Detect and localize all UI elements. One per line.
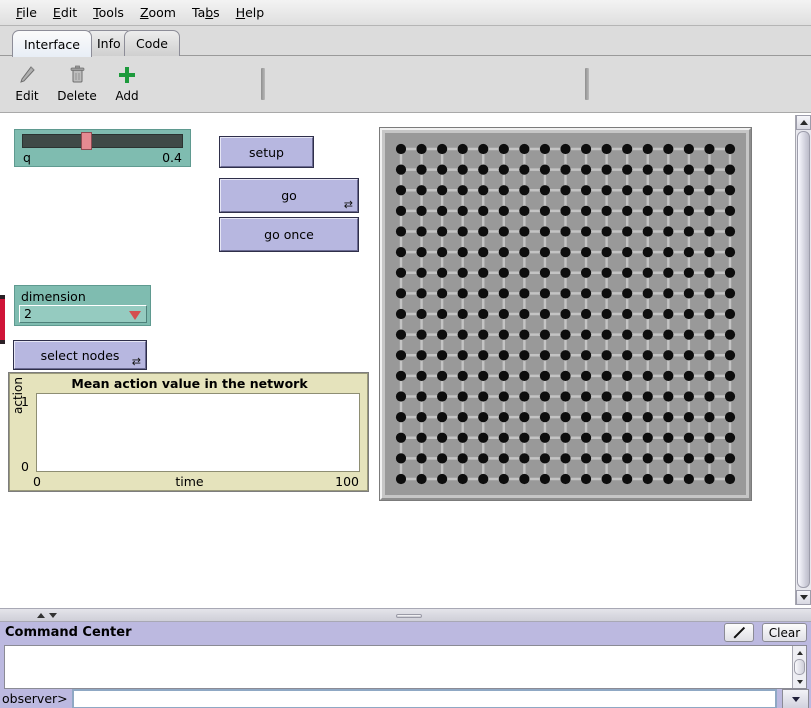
setup-label: setup	[249, 145, 284, 160]
plot-x-max-tick: 100	[335, 474, 359, 489]
plot-y-min-tick: 0	[21, 459, 29, 474]
forever-icon: ⇄	[132, 356, 141, 367]
clear-button-label: Clear	[769, 626, 800, 640]
world-grid[interactable]	[385, 133, 746, 495]
go-once-button[interactable]: go once	[220, 218, 358, 251]
toolbar-separator-1	[261, 68, 265, 100]
trash-icon	[66, 60, 88, 90]
select-nodes-label: select nodes	[41, 348, 120, 363]
plot-series-svg	[37, 394, 359, 471]
edit-button-label: Edit	[15, 90, 38, 103]
splitter-grip[interactable]	[396, 614, 422, 618]
menu-item-help[interactable]: Help	[228, 3, 273, 22]
pencil-icon	[16, 60, 38, 90]
command-history-dropdown[interactable]	[782, 689, 809, 708]
interface-vertical-scrollbar[interactable]	[795, 115, 811, 605]
menu-item-tabs[interactable]: Tabs	[184, 3, 228, 22]
output-scroll-up-icon[interactable]	[794, 647, 805, 658]
chooser-label: dimension	[21, 289, 86, 304]
scroll-down-icon[interactable]	[796, 590, 811, 605]
plot-x-axis-label: time	[10, 474, 369, 489]
slider-thumb[interactable]	[81, 132, 92, 150]
netlogo-window: File Edit Tools Zoom Tabs Help Interface…	[0, 0, 811, 708]
diagonal-arrows-icon	[731, 626, 747, 640]
canvas-edge-marker	[0, 298, 5, 341]
slider-value: 0.4	[162, 150, 182, 165]
go-label: go	[281, 188, 297, 203]
forever-icon: ⇄	[344, 199, 353, 210]
tab-strip: Interface Info Code	[0, 26, 811, 56]
chooser-arrow-icon[interactable]	[129, 311, 141, 320]
menu-item-zoom[interactable]: Zoom	[132, 3, 184, 22]
command-input[interactable]	[72, 689, 777, 708]
command-center-output[interactable]	[4, 645, 807, 689]
plot-y-max-tick: 1	[21, 394, 29, 409]
tab-code-label: Code	[136, 36, 168, 51]
delete-button[interactable]: Delete	[52, 60, 102, 110]
chevron-down-icon	[792, 697, 800, 702]
go-button[interactable]: go ⇄	[220, 179, 358, 212]
command-prompt-label: observer>	[2, 691, 68, 707]
expand-button[interactable]	[724, 623, 754, 642]
world-view[interactable]	[380, 128, 751, 500]
collapse-up-icon[interactable]	[37, 613, 45, 618]
slider-variable-name: q	[23, 150, 31, 165]
edit-button[interactable]: Edit	[2, 60, 52, 110]
output-scrollbar[interactable]	[792, 646, 806, 688]
toolbar: Edit Delete Add abc	[0, 56, 811, 113]
plot-drawing-area	[36, 393, 360, 472]
menu-item-file[interactable]: File	[8, 3, 45, 22]
tab-interface-label: Interface	[24, 37, 80, 52]
setup-button[interactable]: setup	[220, 137, 313, 167]
toolbar-separator-2	[585, 68, 589, 100]
scroll-up-icon[interactable]	[796, 115, 811, 130]
node-network-svg	[385, 133, 746, 495]
interface-canvas[interactable]: q 0.4 dimension 2 select nodes ⇄ setup g…	[0, 113, 811, 608]
tab-interface[interactable]: Interface	[12, 30, 92, 57]
plot-title: Mean action value in the network	[10, 376, 369, 391]
add-button[interactable]: Add	[102, 60, 152, 110]
command-center-header: Command Center Clear	[0, 622, 811, 643]
command-center-title: Command Center	[5, 625, 131, 640]
tab-code[interactable]: Code	[124, 30, 180, 56]
scrollbar-thumb[interactable]	[797, 131, 810, 588]
chooser-value-box[interactable]: 2	[19, 305, 147, 323]
slider-q[interactable]: q 0.4	[14, 129, 191, 167]
slider-track[interactable]	[22, 134, 183, 148]
tab-info-label: Info	[97, 36, 121, 51]
clear-button[interactable]: Clear	[762, 623, 807, 642]
command-center: Command Center Clear observer>	[0, 622, 811, 708]
menu-item-tools[interactable]: Tools	[85, 3, 132, 22]
delete-button-label: Delete	[57, 90, 96, 103]
output-scrollbar-thumb[interactable]	[794, 659, 805, 675]
plus-icon	[116, 60, 138, 90]
output-scroll-down-icon[interactable]	[794, 676, 805, 687]
collapse-down-icon[interactable]	[49, 613, 57, 618]
chooser-dimension[interactable]: dimension 2	[14, 285, 151, 326]
menu-bar: File Edit Tools Zoom Tabs Help	[0, 0, 811, 26]
select-nodes-button[interactable]: select nodes ⇄	[14, 341, 146, 369]
go-once-label: go once	[264, 227, 314, 242]
add-button-label: Add	[115, 90, 138, 103]
menu-item-edit[interactable]: Edit	[45, 3, 85, 22]
command-center-splitter[interactable]	[0, 608, 811, 622]
plot-mean-action-value[interactable]: Mean action value in the network action …	[9, 373, 368, 491]
chooser-value: 2	[24, 306, 32, 321]
